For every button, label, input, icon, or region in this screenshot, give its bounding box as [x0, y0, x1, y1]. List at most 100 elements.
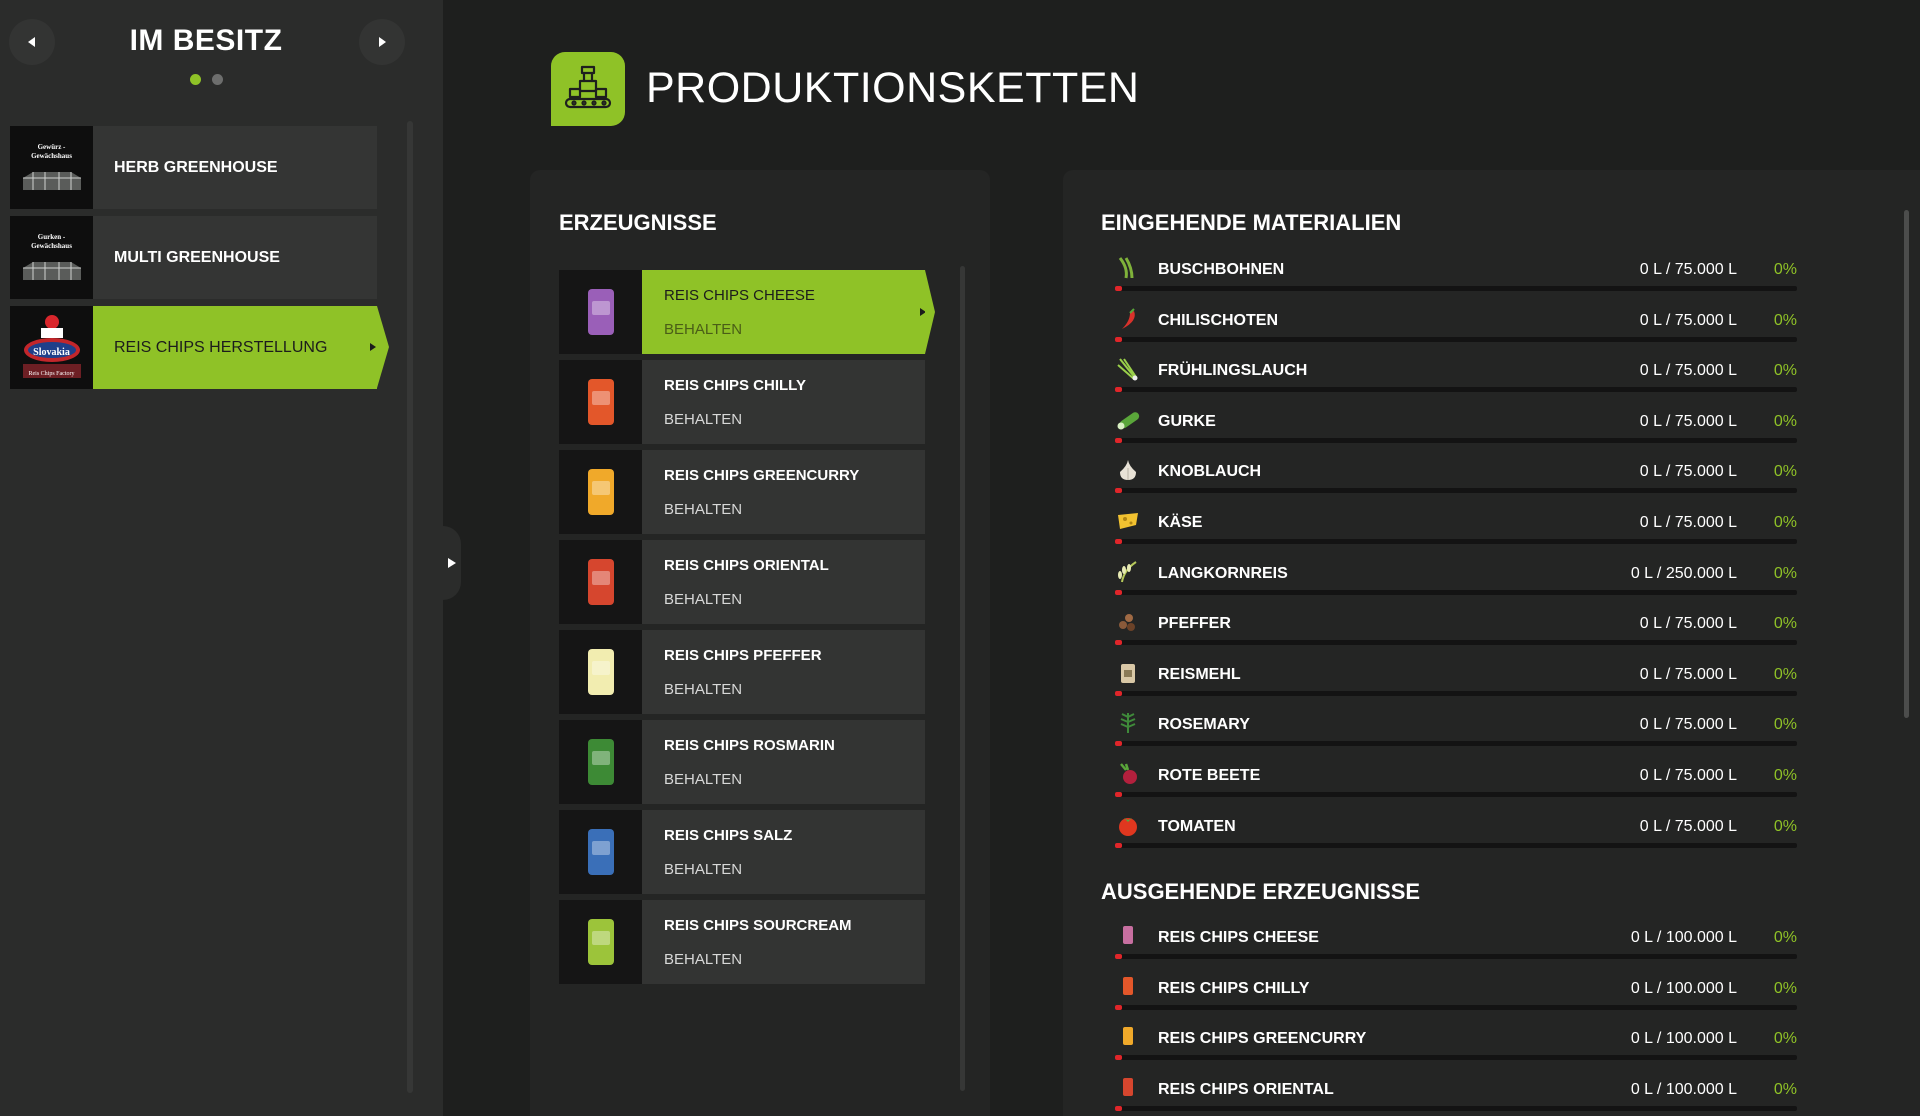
material-row: LANGKORNREIS 0 L / 250.000 L 0% [1115, 549, 1920, 600]
material-row: FRÜHLINGSLAUCH 0 L / 75.000 L 0% [1115, 346, 1920, 397]
material-amount: 0 L / 75.000 L [1639, 362, 1737, 380]
garlic-icon [1115, 457, 1141, 483]
material-row: ROSEMARY 0 L / 75.000 L 0% [1115, 700, 1920, 751]
output-name: REIS CHIPS CHILLY [1158, 979, 1310, 997]
material-amount: 0 L / 75.000 L [1639, 766, 1737, 784]
material-name: BUSCHBOHNEN [1158, 261, 1285, 278]
next-page-button[interactable] [359, 19, 405, 65]
material-amount: 0 L / 75.000 L [1639, 615, 1737, 633]
bean-icon [1115, 255, 1141, 281]
product-thumbnail [559, 450, 642, 534]
selected-arrow-icon [920, 308, 926, 316]
thumb-caption-line1: Gurken - [37, 233, 66, 241]
thumb-caption-line2: Gewächshaus [31, 242, 72, 250]
outgoing-title: AUSGEHENDE ERZEUGNISSE [1101, 879, 1421, 904]
page-dot-1[interactable] [190, 74, 201, 85]
thumb-caption-line1: Gewürz - [37, 143, 66, 151]
products-panel: ERZEUGNISSE REIS CHIPS CHEESE BEHALTEN RE… [530, 170, 990, 1116]
product-mode: BEHALTEN [664, 950, 743, 968]
material-fill-bar [1115, 640, 1797, 646]
output-percent: 0% [1773, 1080, 1797, 1098]
material-name: CHILISCHOTEN [1158, 311, 1278, 329]
chips-bag-icon [587, 829, 614, 875]
product-item[interactable]: REIS CHIPS ORIENTAL BEHALTEN [559, 540, 925, 624]
material-name: ROSEMARY [1158, 716, 1250, 734]
production-chain-header-icon [551, 52, 625, 126]
chips-bag-icon [587, 739, 614, 785]
material-percent: 0% [1773, 716, 1797, 734]
rice-icon [1115, 559, 1141, 585]
page-indicator [190, 74, 223, 85]
factory-icon [564, 65, 612, 109]
material-fill-bar [1115, 437, 1797, 443]
output-name: REIS CHIPS ORIENTAL [1158, 1080, 1334, 1098]
materials-scrollbar[interactable] [1904, 210, 1909, 718]
material-row: KNOBLAUCH 0 L / 75.000 L 0% [1115, 447, 1920, 498]
material-amount: 0 L / 75.000 L [1639, 311, 1737, 329]
product-thumbnail [559, 900, 642, 984]
chips-bag-icon [587, 919, 614, 965]
outgoing-list: REIS CHIPS CHEESE 0 L / 100.000 L 0% REI… [1115, 913, 1920, 1115]
material-percent: 0% [1773, 766, 1797, 784]
material-fill-bar [1115, 589, 1797, 595]
tomato-icon [1115, 812, 1141, 838]
output-amount: 0 L / 100.000 L [1630, 1080, 1737, 1098]
material-amount: 0 L / 75.000 L [1639, 412, 1737, 430]
product-item[interactable]: REIS CHIPS ROSMARIN BEHALTEN [559, 720, 925, 804]
material-amount: 0 L / 75.000 L [1639, 716, 1737, 734]
owned-item-herb-greenhouse[interactable]: Gewürz - Gewächshaus HERB GREENHOUSE [10, 126, 377, 209]
material-name: TOMATEN [1158, 817, 1236, 835]
owned-item-label: HERB GREENHOUSE [114, 158, 278, 176]
page-dot-2[interactable] [212, 74, 223, 85]
rosemary-icon [1115, 710, 1141, 736]
material-percent: 0% [1773, 513, 1797, 531]
owned-list-scrollbar[interactable] [407, 121, 413, 1093]
output-row: REIS CHIPS ORIENTAL 0 L / 100.000 L 0% [1115, 1065, 1920, 1116]
material-fill-bar [1115, 842, 1797, 848]
chips-bag-icon [587, 469, 614, 515]
chips-bag-icon [587, 379, 614, 425]
product-item[interactable]: REIS CHIPS CHILLY BEHALTEN [559, 360, 925, 444]
material-amount: 0 L / 250.000 L [1630, 564, 1737, 582]
product-item[interactable]: REIS CHIPS SOURCREAM BEHALTEN [559, 900, 925, 984]
product-name: REIS CHIPS ORIENTAL [664, 556, 829, 574]
chevron-left-icon [28, 37, 35, 47]
product-item[interactable]: REIS CHIPS CHEESE BEHALTEN [559, 270, 935, 354]
product-thumbnail [559, 360, 642, 444]
greenhouse-icon [22, 262, 81, 280]
owned-item-label: REIS CHIPS HERSTELLUNG [114, 338, 328, 356]
output-fill-bar [1115, 1105, 1797, 1111]
product-thumbnail [559, 540, 642, 624]
output-fill-bar [1115, 1055, 1797, 1061]
selected-arrow-icon [370, 343, 376, 351]
material-percent: 0% [1773, 564, 1797, 582]
material-row: ROTE BEETE 0 L / 75.000 L 0% [1115, 751, 1920, 802]
product-thumbnail [559, 810, 642, 894]
product-thumbnail [559, 270, 642, 354]
product-mode: BEHALTEN [664, 500, 743, 518]
material-amount: 0 L / 75.000 L [1639, 513, 1737, 531]
product-item[interactable]: REIS CHIPS SALZ BEHALTEN [559, 810, 925, 894]
prev-page-button[interactable] [9, 19, 55, 65]
material-percent: 0% [1773, 615, 1797, 633]
material-row: CHILISCHOTEN 0 L / 75.000 L 0% [1115, 296, 1920, 347]
owned-item-multi-greenhouse[interactable]: Gurken - Gewächshaus MULTI GREENHOUSE [10, 216, 377, 299]
thumb-caption-line2: Gewächshaus [31, 152, 72, 160]
chips-bag-icon [587, 559, 614, 605]
product-item[interactable]: REIS CHIPS PFEFFER BEHALTEN [559, 630, 925, 714]
material-fill-bar [1115, 336, 1797, 342]
material-name: KNOBLAUCH [1158, 463, 1262, 481]
material-percent: 0% [1773, 261, 1797, 278]
products-scrollbar[interactable] [960, 266, 965, 1091]
owned-item-reis-chips[interactable]: Slovakia Reis Chips Factory REIS CHIPS H… [10, 306, 389, 389]
material-name: PFEFFER [1158, 615, 1231, 633]
material-name: GURKE [1158, 412, 1216, 430]
product-item[interactable]: REIS CHIPS GREENCURRY BEHALTEN [559, 450, 925, 534]
chips-bag-icon [587, 649, 614, 695]
material-amount: 0 L / 75.000 L [1639, 261, 1737, 278]
incoming-list: BUSCHBOHNEN 0 L / 75.000 L 0% CHILISCHOT… [1115, 245, 1920, 852]
owned-title: IM BESITZ [129, 24, 283, 57]
herb-greenhouse-thumbnail: Gewürz - Gewächshaus [10, 126, 93, 209]
material-row: REISMEHL 0 L / 75.000 L 0% [1115, 650, 1920, 701]
collapse-sidebar-button[interactable] [443, 526, 461, 600]
